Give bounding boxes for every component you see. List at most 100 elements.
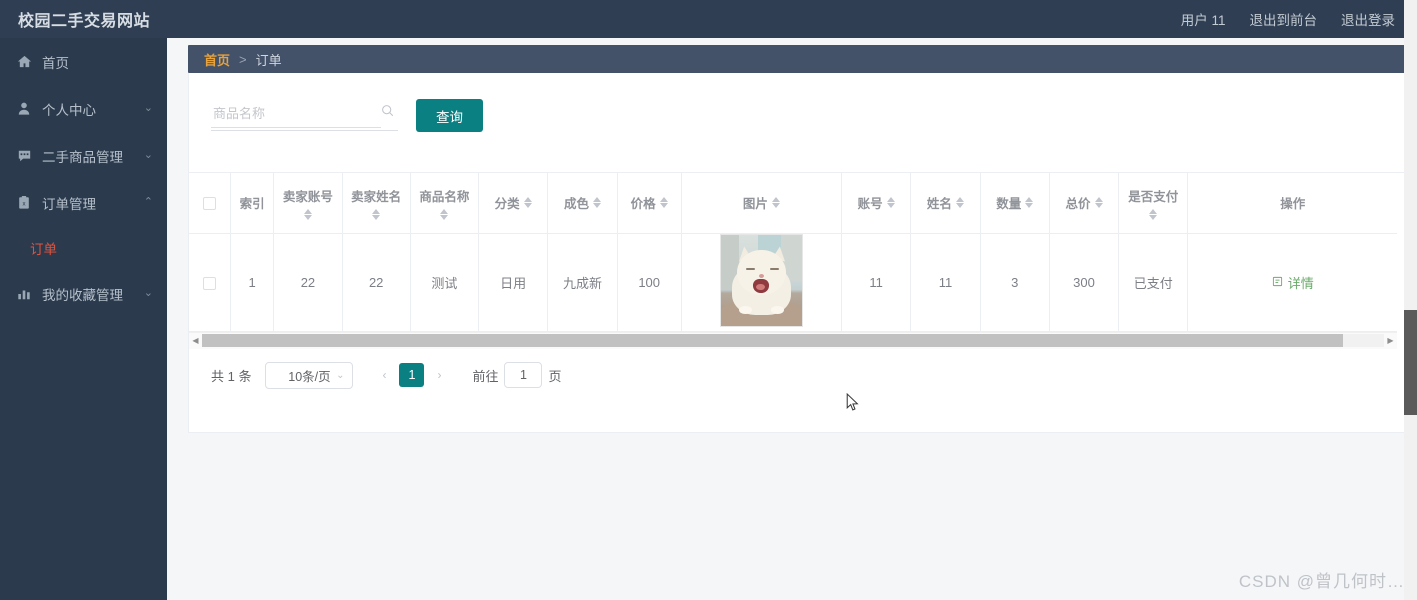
sidebar-subitem-order[interactable]: 订单 (0, 226, 167, 270)
sort-icon[interactable] (372, 209, 380, 220)
sort-icon[interactable] (887, 197, 895, 208)
goods-image-thumbnail[interactable] (720, 234, 803, 327)
horizontal-scrollbar[interactable]: ◀ ▶ (189, 332, 1397, 349)
horizontal-scroll-track[interactable] (202, 334, 1384, 347)
logout-button[interactable]: 退出登录 (1341, 9, 1395, 29)
th-goods-name[interactable]: 商品名称 (410, 173, 478, 233)
th-total[interactable]: 总价 (1049, 173, 1118, 233)
sort-icon[interactable] (1149, 209, 1157, 220)
search-button[interactable]: 查询 (416, 99, 483, 132)
search-icon[interactable] (381, 104, 394, 122)
select-all-checkbox[interactable] (203, 197, 216, 210)
prev-page-button[interactable]: ‹ (373, 363, 395, 387)
th-label: 索引 (240, 193, 265, 212)
sidebar-item-favorites-management[interactable]: 我的收藏管理 ⌄ (0, 270, 167, 317)
sidebar-item-order-management[interactable]: x 订单管理 ⌃ (0, 179, 167, 226)
sort-icon[interactable] (1025, 197, 1033, 208)
sidebar-item-home[interactable]: 首页 (0, 38, 167, 85)
th-name[interactable]: 姓名 (911, 173, 980, 233)
th-account[interactable]: 账号 (842, 173, 911, 233)
sidebar-item-label: 二手商品管理 (42, 146, 123, 166)
cell-image (681, 233, 841, 331)
search-input[interactable] (211, 101, 381, 128)
cell-account: 11 (842, 233, 911, 331)
th-label: 卖家姓名 (351, 186, 401, 205)
page-size-label: 10条/页 (288, 366, 330, 385)
breadcrumb: 首页 > 订单 (188, 45, 1409, 73)
th-seller-name[interactable]: 卖家姓名 (342, 173, 410, 233)
breadcrumb-separator: > (239, 52, 247, 67)
th-label: 价格 (631, 193, 656, 212)
page-number-1[interactable]: 1 (399, 363, 424, 387)
horizontal-scroll-thumb[interactable] (202, 334, 1343, 347)
cell-price: 100 (617, 233, 681, 331)
jump-prefix-label: 前往 (472, 366, 498, 385)
vertical-scrollbar[interactable] (1404, 0, 1417, 600)
sidebar-item-label: 首页 (42, 52, 69, 72)
search-field-wrapper (211, 101, 398, 131)
sidebar-item-personal-center[interactable]: 个人中心 ⌄ (0, 85, 167, 132)
sidebar-item-label: 我的收藏管理 (42, 284, 123, 304)
sidebar: 首页 个人中心 ⌄ 二手商品管理 ⌄ x 订单管理 ⌃ 订单 (0, 38, 167, 600)
page-size-select[interactable]: 10条/页 ⌄ (265, 362, 353, 389)
sort-icon[interactable] (304, 209, 312, 220)
th-label: 姓名 (927, 193, 952, 212)
app-brand-title: 校园二手交易网站 (18, 7, 150, 31)
content-area: 首页 > 订单 查询 (167, 38, 1417, 600)
chevron-down-icon: ⌄ (144, 288, 153, 299)
chart-icon (16, 286, 32, 302)
sort-icon[interactable] (660, 197, 668, 208)
th-select-all (189, 173, 230, 233)
breadcrumb-home-link[interactable]: 首页 (204, 50, 230, 69)
goods-icon (16, 148, 32, 164)
sort-icon[interactable] (1095, 197, 1103, 208)
scroll-left-icon[interactable]: ◀ (189, 332, 202, 349)
th-actions: 操作 (1188, 173, 1397, 233)
sidebar-item-goods-management[interactable]: 二手商品管理 ⌄ (0, 132, 167, 179)
cell-seller-name: 22 (342, 233, 410, 331)
th-price[interactable]: 价格 (617, 173, 681, 233)
app-root: 校园二手交易网站 用户 11 退出到前台 退出登录 首页 个人中心 ⌄ (0, 0, 1417, 600)
row-checkbox[interactable] (203, 277, 216, 290)
th-seller-account[interactable]: 卖家账号 (274, 173, 342, 233)
detail-button[interactable]: 详情 (1272, 273, 1314, 292)
cell-category: 日用 (479, 233, 548, 331)
watermark: CSDN @曾几何时… (1239, 567, 1405, 592)
sort-icon[interactable] (593, 197, 601, 208)
sort-icon[interactable] (956, 197, 964, 208)
sort-icon[interactable] (524, 197, 532, 208)
sort-icon[interactable] (772, 197, 780, 208)
svg-text:x: x (22, 201, 25, 208)
th-paid[interactable]: 是否支付 (1119, 173, 1188, 233)
cell-seller-account: 22 (274, 233, 342, 331)
th-quantity[interactable]: 数量 (980, 173, 1049, 233)
th-image[interactable]: 图片 (681, 173, 841, 233)
current-user-label: 用户 11 (1181, 9, 1226, 29)
th-label: 成色 (564, 193, 589, 212)
cell-name: 11 (911, 233, 980, 331)
main-panel: 查询 (188, 73, 1409, 433)
scroll-right-icon[interactable]: ▶ (1384, 332, 1397, 349)
cell-total: 300 (1049, 233, 1118, 331)
table-header-row: 索引 卖家账号 卖家姓名 商品名称 (189, 173, 1397, 233)
table-body: 1 22 22 测试 日用 九成新 100 (189, 233, 1397, 331)
th-label: 分类 (495, 193, 520, 212)
sort-icon[interactable] (440, 209, 448, 220)
exit-to-frontend-button[interactable]: 退出到前台 (1250, 9, 1318, 29)
chevron-down-icon: ⌄ (144, 103, 153, 114)
th-category[interactable]: 分类 (479, 173, 548, 233)
th-label: 图片 (743, 193, 768, 212)
vertical-scroll-thumb[interactable] (1404, 310, 1417, 415)
th-label: 操作 (1280, 193, 1305, 212)
th-condition[interactable]: 成色 (548, 173, 617, 233)
order-icon: x (16, 195, 32, 211)
breadcrumb-current: 订单 (256, 50, 282, 69)
page-jump-input[interactable] (504, 362, 542, 388)
table-header: 索引 卖家账号 卖家姓名 商品名称 (189, 173, 1397, 233)
pagination-total: 共 1 条 (211, 366, 251, 385)
home-icon (16, 54, 32, 70)
table-row[interactable]: 1 22 22 测试 日用 九成新 100 (189, 233, 1397, 331)
chevron-down-icon: ⌄ (144, 150, 153, 161)
next-page-button[interactable]: › (428, 363, 450, 387)
header-actions: 用户 11 退出到前台 退出登录 (1181, 9, 1395, 29)
